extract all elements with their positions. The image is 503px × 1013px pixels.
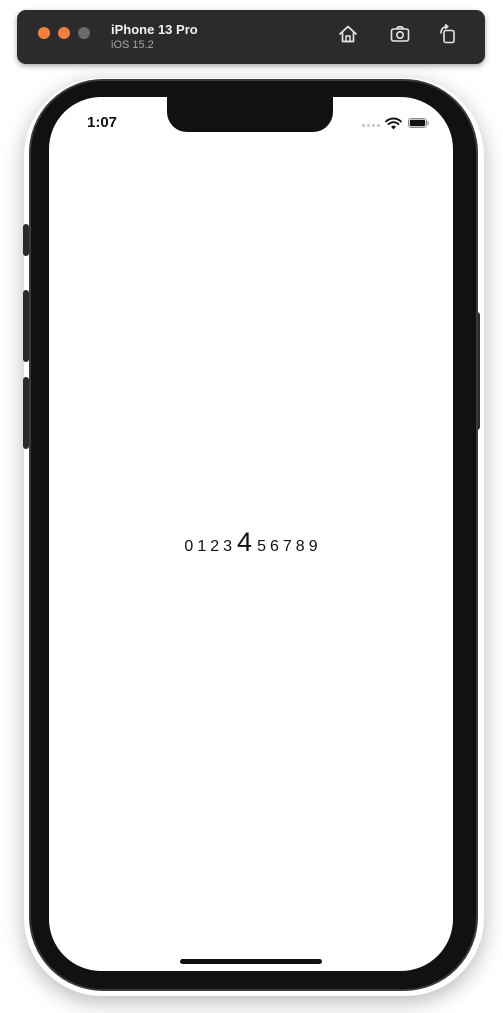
- home-button[interactable]: [337, 23, 359, 45]
- digit-7[interactable]: 7: [283, 532, 292, 562]
- battery-icon: [408, 118, 429, 128]
- home-icon: [339, 25, 357, 43]
- digit-6[interactable]: 6: [270, 532, 279, 562]
- digit-8[interactable]: 8: [296, 532, 305, 562]
- rotate-icon: [440, 24, 455, 44]
- device-screen: 1:07 0123456789: [49, 97, 453, 971]
- close-window-button[interactable]: [38, 27, 50, 39]
- home-indicator[interactable]: [180, 959, 322, 964]
- os-version: iOS 15.2: [111, 39, 154, 51]
- rotate-button[interactable]: [437, 23, 459, 45]
- digit-9[interactable]: 9: [309, 532, 318, 562]
- digit-picker: 0123456789: [49, 527, 453, 557]
- status-time: 1:07: [87, 114, 118, 131]
- signal-icon: [362, 124, 380, 128]
- device-name: iPhone 13 Pro: [111, 22, 198, 37]
- notch: [167, 97, 333, 132]
- digit-1[interactable]: 1: [197, 532, 206, 562]
- zoom-window-button[interactable]: [78, 27, 90, 39]
- digit-5[interactable]: 5: [257, 532, 266, 562]
- screenshot-button[interactable]: [389, 23, 411, 45]
- digit-3[interactable]: 3: [223, 532, 232, 562]
- digit-2[interactable]: 2: [210, 532, 219, 562]
- minimize-window-button[interactable]: [58, 27, 70, 39]
- wifi-icon: [385, 117, 402, 130]
- screenshot-icon: [390, 26, 410, 42]
- digit-0[interactable]: 0: [184, 532, 193, 562]
- digit-4-selected[interactable]: 4: [237, 527, 252, 557]
